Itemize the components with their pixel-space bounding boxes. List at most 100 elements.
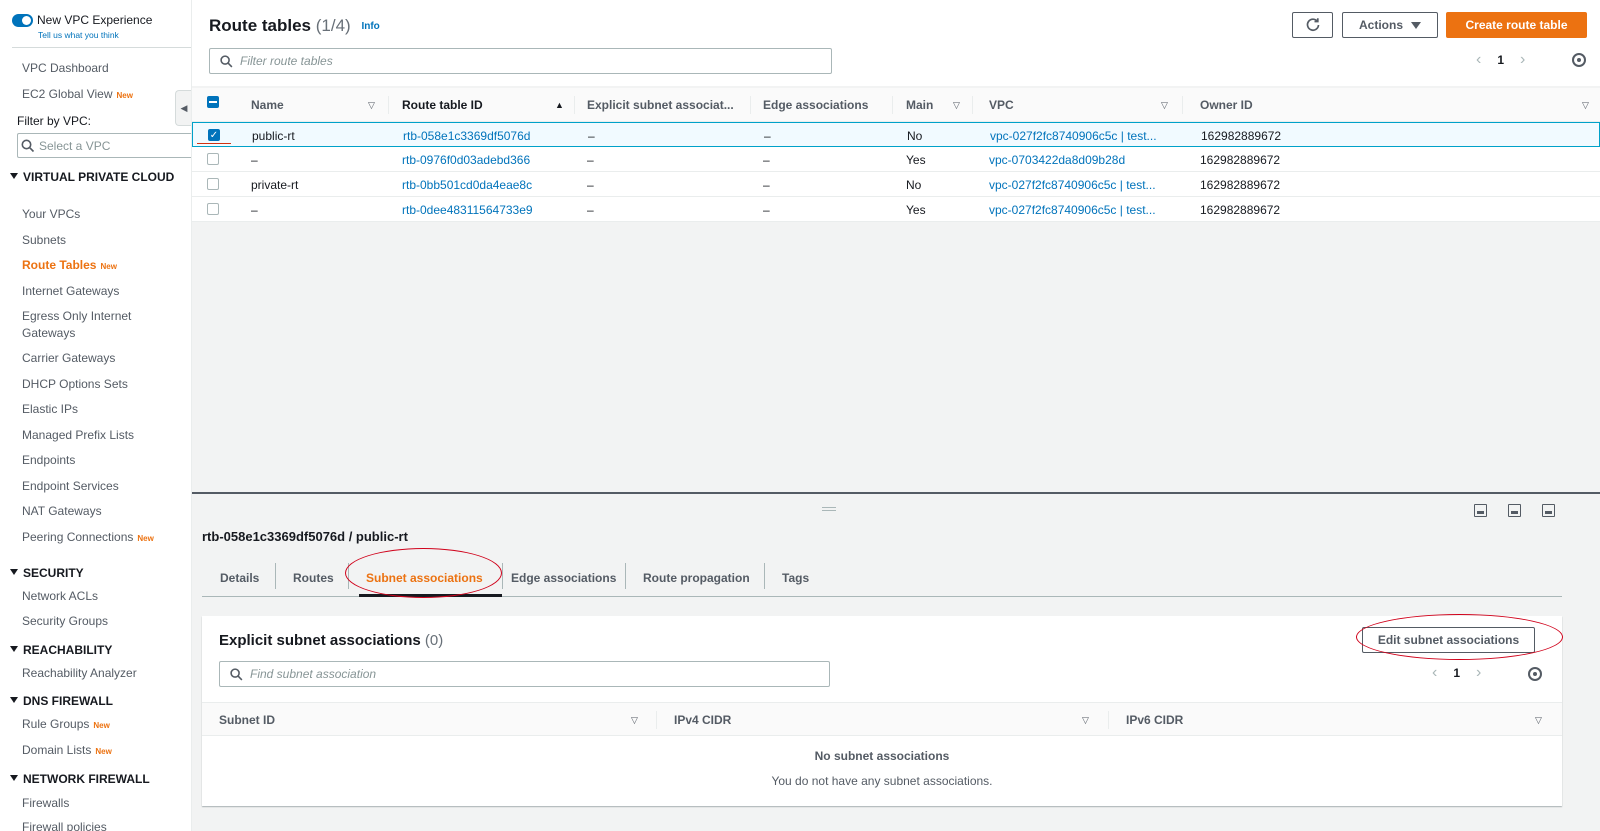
sort-ascending-icon[interactable]: ▲	[555, 100, 564, 110]
panel-bottom-icon[interactable]	[1474, 504, 1487, 517]
table-row[interactable]: private-rt rtb-0bb501cd0da4eae8c – – No …	[192, 172, 1600, 197]
sidebar-item-endpoint-services[interactable]: Endpoint Services	[22, 478, 119, 495]
sidebar-item-nat-gateways[interactable]: NAT Gateways	[22, 503, 102, 520]
find-subnet-association-input[interactable]	[250, 667, 790, 681]
sidebar-item-elastic-ips[interactable]: Elastic IPs	[22, 401, 78, 418]
sidebar-item-managed-prefix-lists[interactable]: Managed Prefix Lists	[22, 427, 134, 444]
filter-route-tables-input[interactable]	[240, 54, 790, 68]
next-page-icon[interactable]: ›	[1476, 664, 1481, 682]
column-header-route-table-id[interactable]: Route table ID	[402, 88, 483, 122]
feedback-link[interactable]: Tell us what you think	[38, 30, 119, 40]
sidebar-item-firewall-policies[interactable]: Firewall policies	[22, 819, 107, 831]
tab-routes[interactable]: Routes	[293, 559, 334, 597]
sidebar-item-ec2-global-view[interactable]: EC2 Global View New	[22, 86, 133, 104]
section-reachability[interactable]: REACHABILITY	[10, 643, 112, 658]
cell-route-table-id-link[interactable]: rtb-0bb501cd0da4eae8c	[402, 172, 532, 197]
create-route-table-button[interactable]: Create route table	[1446, 12, 1587, 38]
panel-full-icon[interactable]	[1542, 504, 1555, 517]
refresh-button[interactable]	[1292, 12, 1333, 38]
row-checkbox[interactable]	[207, 178, 219, 190]
tab-edge-associations[interactable]: Edge associations	[511, 559, 616, 597]
drag-handle-icon[interactable]	[822, 507, 836, 511]
cell-route-table-id-link[interactable]: rtb-058e1c3369df5076d	[403, 123, 530, 148]
sidebar-item-carrier-gateways[interactable]: Carrier Gateways	[22, 350, 115, 367]
sidebar-item-network-acls[interactable]: Network ACLs	[22, 588, 98, 605]
next-page-icon[interactable]: ›	[1520, 51, 1525, 69]
sidebar-item-dhcp-options-sets[interactable]: DHCP Options Sets	[22, 376, 128, 393]
sidebar-item-peering-connections[interactable]: Peering Connections New	[22, 529, 154, 547]
column-header-owner-id[interactable]: Owner ID	[1200, 88, 1253, 122]
sort-icon[interactable]: ▽	[368, 100, 375, 111]
find-subnet-association-search[interactable]	[219, 661, 830, 687]
previous-page-icon[interactable]: ‹	[1432, 664, 1437, 682]
cell-vpc-link[interactable]: vpc-0703422da8d09b28d	[989, 147, 1125, 172]
cell-vpc-link[interactable]: vpc-027f2fc8740906c5c | test...	[990, 123, 1157, 148]
section-network-firewall[interactable]: NETWORK FIREWALL	[10, 772, 150, 787]
filter-route-tables-search[interactable]	[209, 48, 832, 74]
edit-subnet-associations-button[interactable]: Edit subnet associations	[1362, 627, 1535, 653]
cell-route-table-id-link[interactable]: rtb-0976f0d03adebd366	[402, 147, 530, 172]
tab-details[interactable]: Details	[220, 559, 259, 597]
column-header-ipv4-cidr[interactable]: IPv4 CIDR	[674, 703, 731, 737]
split-panel-divider[interactable]	[192, 492, 1600, 494]
previous-page-icon[interactable]: ‹	[1476, 51, 1481, 69]
sidebar-item-rule-groups[interactable]: Rule Groups New	[22, 716, 110, 734]
select-all-checkbox[interactable]	[207, 96, 219, 108]
sort-icon[interactable]: ▽	[1161, 100, 1168, 111]
cell-owner-id: 162982889672	[1201, 128, 1282, 143]
cell-vpc-link[interactable]: vpc-027f2fc8740906c5c | test...	[989, 172, 1156, 197]
sidebar-item-subnets[interactable]: Subnets	[22, 232, 66, 249]
cell-explicit: –	[587, 177, 594, 192]
actions-button[interactable]: Actions	[1342, 12, 1438, 38]
sidebar-item-domain-lists[interactable]: Domain Lists New	[22, 742, 112, 760]
sidebar-item-route-tables[interactable]: Route Tables New	[22, 257, 117, 275]
section-virtual-private-cloud[interactable]: VIRTUAL PRIVATE CLOUD	[10, 170, 180, 185]
tab-route-propagation[interactable]: Route propagation	[643, 559, 750, 597]
info-link[interactable]: Info	[361, 21, 379, 32]
vpc-select[interactable]: Select a VPC	[17, 133, 191, 158]
row-checkbox[interactable]	[207, 203, 219, 215]
section-security[interactable]: SECURITY	[10, 566, 84, 581]
sidebar-item-vpc-dashboard[interactable]: VPC Dashboard	[22, 60, 109, 77]
column-header-edge-associations[interactable]: Edge associations	[763, 88, 868, 122]
collapse-sidebar-button[interactable]: ◀	[175, 90, 191, 126]
row-checkbox[interactable]: ✓	[208, 129, 220, 141]
panel-split-icon[interactable]	[1508, 504, 1521, 517]
sidebar-item-internet-gateways[interactable]: Internet Gateways	[22, 283, 119, 300]
sidebar-item-endpoints[interactable]: Endpoints	[22, 452, 75, 469]
sort-icon[interactable]: ▽	[1582, 100, 1589, 111]
sort-icon[interactable]: ▽	[953, 100, 960, 111]
caret-down-icon	[1411, 21, 1421, 29]
row-checkbox[interactable]	[207, 153, 219, 165]
settings-gear-icon[interactable]	[1528, 667, 1542, 681]
sort-icon[interactable]: ▽	[1082, 715, 1089, 726]
new-vpc-experience-toggle[interactable]: New VPC Experience	[12, 13, 152, 27]
section-dns-firewall[interactable]: DNS FIREWALL	[10, 694, 113, 709]
current-page[interactable]: 1	[1497, 53, 1504, 67]
settings-gear-icon[interactable]	[1572, 53, 1586, 67]
cell-route-table-id-link[interactable]: rtb-0dee48311564733e9	[402, 197, 533, 222]
table-row[interactable]: ✓ public-rt rtb-058e1c3369df5076d – – No…	[192, 122, 1600, 147]
toggle-switch-icon[interactable]	[12, 13, 33, 27]
tab-tags[interactable]: Tags	[782, 559, 809, 597]
sort-icon[interactable]: ▽	[631, 715, 638, 726]
column-header-name[interactable]: Name	[251, 88, 284, 122]
sort-icon[interactable]: ▽	[1535, 715, 1542, 726]
cell-vpc-link[interactable]: vpc-027f2fc8740906c5c | test...	[989, 197, 1156, 222]
column-header-vpc[interactable]: VPC	[989, 88, 1014, 122]
sidebar-item-your-vpcs[interactable]: Your VPCs	[22, 206, 80, 223]
table-row[interactable]: – rtb-0976f0d03adebd366 – – Yes vpc-0703…	[192, 147, 1600, 172]
sidebar-item-reachability-analyzer[interactable]: Reachability Analyzer	[22, 665, 137, 682]
column-header-explicit-subnet-associations[interactable]: Explicit subnet associat...	[587, 88, 734, 122]
column-header-ipv6-cidr[interactable]: IPv6 CIDR	[1126, 703, 1183, 737]
column-header-subnet-id[interactable]: Subnet ID	[219, 703, 275, 737]
tab-subnet-associations[interactable]: Subnet associations	[366, 559, 483, 597]
sidebar-item-firewalls[interactable]: Firewalls	[22, 795, 69, 812]
current-page[interactable]: 1	[1453, 666, 1460, 680]
column-header-main[interactable]: Main	[906, 88, 933, 122]
table-row[interactable]: – rtb-0dee48311564733e9 – – Yes vpc-027f…	[192, 197, 1600, 222]
sidebar-item-security-groups[interactable]: Security Groups	[22, 613, 108, 630]
search-icon	[21, 139, 35, 152]
details-title: rtb-058e1c3369df5076d / public-rt	[202, 529, 408, 544]
sidebar-item-egress-only-internet-gateways[interactable]: Egress Only Internet Gateways	[22, 308, 162, 342]
